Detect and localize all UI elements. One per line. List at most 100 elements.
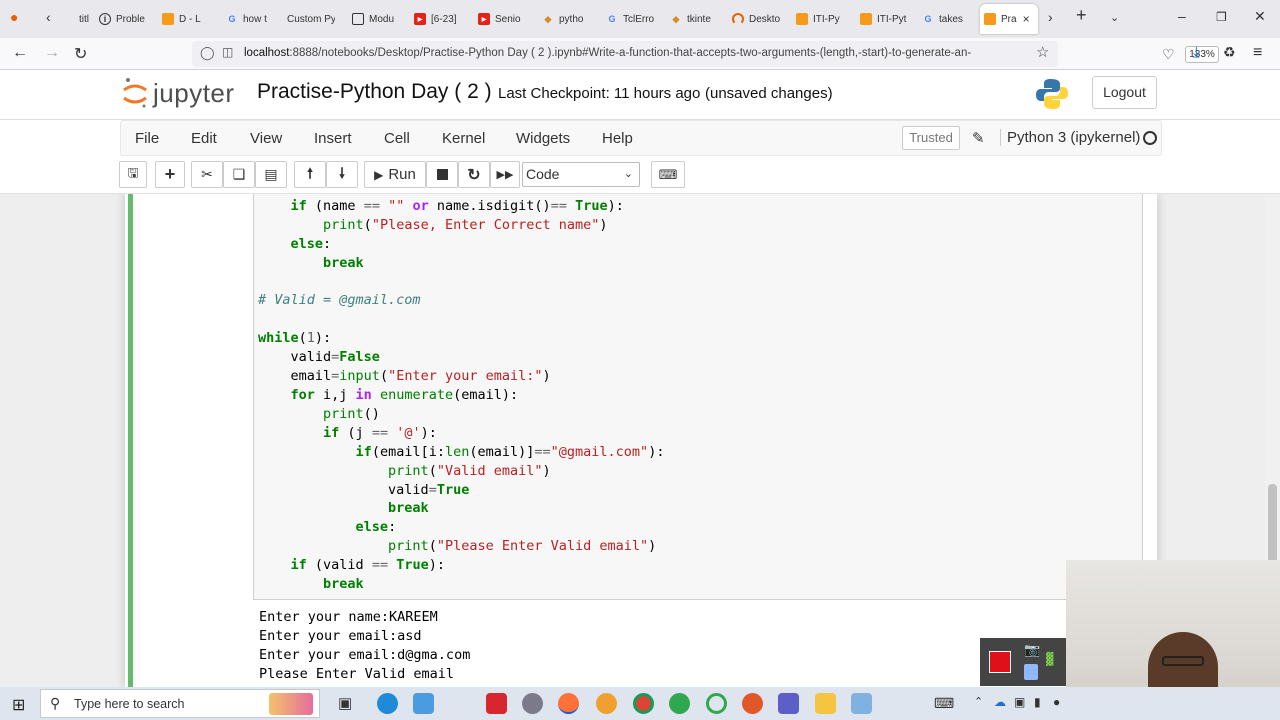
app-note-icon[interactable] (851, 693, 872, 714)
browser-tab[interactable]: G how t (222, 4, 274, 34)
file-explorer-icon[interactable] (815, 693, 836, 714)
page-info-icon[interactable]: ◫ (222, 45, 233, 59)
pause-icon[interactable] (1024, 664, 1038, 680)
tray-overflow-icon[interactable]: ⌃ (974, 695, 983, 708)
bookmark-star-icon[interactable]: ☆ (1036, 43, 1049, 61)
logout-button[interactable]: Logout (1092, 76, 1157, 109)
cell-type-select[interactable]: Code ⌄ (522, 162, 640, 187)
restore-icon[interactable]: ❐ (1216, 10, 1227, 24)
notebook-title[interactable]: Practise-Python Day ( 2 ) (257, 80, 492, 104)
code-cell[interactable]: name=input("Enter your name:") if (name … (128, 194, 1143, 687)
firefox-menu-icon[interactable]: ● (10, 9, 18, 25)
pocket-icon[interactable]: ♡ (1162, 46, 1175, 63)
forward-icon[interactable]: → (44, 44, 60, 62)
copy-button[interactable]: ❏ (223, 161, 255, 188)
chrome-icon[interactable] (633, 693, 654, 714)
interrupt-button[interactable] (426, 161, 458, 188)
tab-list-icon[interactable]: ⌄ (1110, 11, 1119, 24)
trusted-badge[interactable]: Trusted (902, 126, 960, 150)
extensions-icon[interactable]: ♻ (1223, 44, 1236, 61)
menu-kernel[interactable]: Kernel (442, 130, 485, 147)
restart-run-all-button[interactable]: ▶▶ (490, 161, 520, 188)
browser-tab[interactable]: Custom Py (283, 4, 335, 34)
kernel-name[interactable]: Python 3 (ipykernel) (1000, 129, 1140, 146)
menu-help[interactable]: Help (602, 130, 633, 147)
code-text[interactable]: name=input("Enter your name:") if (name … (258, 194, 664, 594)
keyboard-tray-icon[interactable]: ⌨ (934, 695, 954, 712)
stop-icon (436, 169, 448, 180)
run-button[interactable]: ▶ Run (364, 161, 426, 188)
browser-tab[interactable]: ◆ pytho (538, 4, 590, 34)
close-tab-icon[interactable]: × (1023, 12, 1030, 26)
firefox-icon[interactable] (558, 693, 579, 714)
cut-button[interactable]: ✂ (191, 161, 223, 188)
menu-cell[interactable]: Cell (384, 130, 410, 147)
jupyter-task-icon[interactable] (596, 693, 617, 714)
screen-recorder-widget: 📷 ▓ (980, 638, 1068, 686)
menu-view[interactable]: View (250, 130, 282, 147)
minimize-icon[interactable]: – (1178, 8, 1186, 24)
browser-tab[interactable]: ITI-Pyt (856, 4, 908, 34)
downloads-icon[interactable]: ⤓ (1193, 44, 1200, 61)
microphone-icon[interactable]: ● (1053, 695, 1060, 709)
app-green-icon[interactable] (669, 693, 690, 714)
browser-tab[interactable]: ITI-Py (792, 4, 844, 34)
hamburger-menu-icon[interactable]: ≡ (1253, 44, 1262, 62)
move-down-button[interactable]: 🠗 (326, 161, 358, 188)
command-palette-button[interactable]: ⌨ (651, 161, 685, 188)
browser-tab[interactable]: Modu (348, 4, 400, 34)
task-view-icon[interactable]: ▣ (338, 694, 352, 712)
restart-button[interactable]: ↻ (458, 161, 490, 188)
save-button[interactable]: 🖫 (119, 161, 147, 188)
pencil-icon[interactable]: ✎ (972, 129, 985, 147)
code-editor[interactable]: name=input("Enter your name:") if (name … (253, 194, 1143, 600)
browser-tab[interactable]: Deskto (728, 4, 780, 34)
browser-tab[interactable]: ▶ [6-23] (410, 4, 462, 34)
browser-tab[interactable]: i Proble (95, 4, 150, 34)
insert-cell-button[interactable]: + (155, 161, 185, 188)
jupyter-logo-icon[interactable] (122, 76, 148, 110)
reload-icon[interactable]: ↻ (74, 44, 87, 64)
chevron-down-icon: ⌄ (623, 168, 633, 180)
back-icon[interactable]: ← (12, 44, 28, 62)
browser-tab[interactable]: ◆ tkinte (666, 4, 718, 34)
taskbar-search-box[interactable]: ⚲ Type here to search (40, 689, 320, 718)
browser-tab[interactable]: D - L (158, 4, 210, 34)
menu-insert[interactable]: Insert (314, 130, 352, 147)
menu-edit[interactable]: Edit (191, 130, 217, 147)
unsaved-changes-status: (unsaved changes) (705, 85, 833, 102)
battery-icon[interactable]: ▮ (1034, 695, 1041, 709)
onedrive-icon[interactable]: ☁ (994, 695, 1006, 709)
browser-tab[interactable]: G takes (918, 4, 970, 34)
close-window-icon[interactable]: ✕ (1254, 8, 1266, 25)
url-bar[interactable]: ◯ ◫ localhost:8888/notebooks/Desktop/Pra… (192, 41, 1219, 67)
zoom-level[interactable]: 133% (1185, 46, 1219, 63)
windows-start-icon[interactable]: ⊞ (12, 695, 25, 715)
edge-icon[interactable] (377, 693, 398, 714)
tab-scroll-right-icon[interactable]: › (1048, 9, 1053, 25)
new-tab-icon[interactable]: + (1076, 5, 1087, 26)
record-stop-button[interactable] (989, 651, 1011, 673)
store-icon[interactable] (413, 693, 434, 714)
app-orange-icon[interactable] (742, 693, 763, 714)
menu-widgets[interactable]: Widgets (516, 130, 570, 147)
shield-icon[interactable]: ◯ (200, 45, 215, 61)
camera-icon[interactable]: 📷 (1024, 642, 1040, 658)
app-bird-icon[interactable] (522, 693, 543, 714)
tab-scroll-left-icon[interactable]: ‹ (46, 9, 51, 25)
tag-icon: ◆ (672, 13, 680, 24)
teams-icon[interactable] (778, 693, 799, 714)
jupyter-logo-text[interactable]: jupyter (153, 78, 235, 109)
paste-button[interactable]: ▤ (255, 161, 287, 188)
url-text[interactable]: localhost:8888/notebooks/Desktop/Practis… (244, 47, 984, 59)
network-icon[interactable]: ▣ (1014, 695, 1025, 709)
app-v-icon[interactable] (486, 693, 507, 714)
app-ring-icon[interactable] (706, 693, 727, 714)
browser-tab[interactable]: titl (58, 4, 90, 34)
browser-tab[interactable]: ▶ Senio (474, 4, 526, 34)
menu-file[interactable]: File (135, 130, 159, 147)
move-up-button[interactable]: 🠕 (294, 161, 326, 188)
plus-icon: + (164, 164, 176, 184)
browser-tab-active[interactable]: Pra × (980, 4, 1038, 34)
browser-tab[interactable]: G TclErro (602, 4, 654, 34)
